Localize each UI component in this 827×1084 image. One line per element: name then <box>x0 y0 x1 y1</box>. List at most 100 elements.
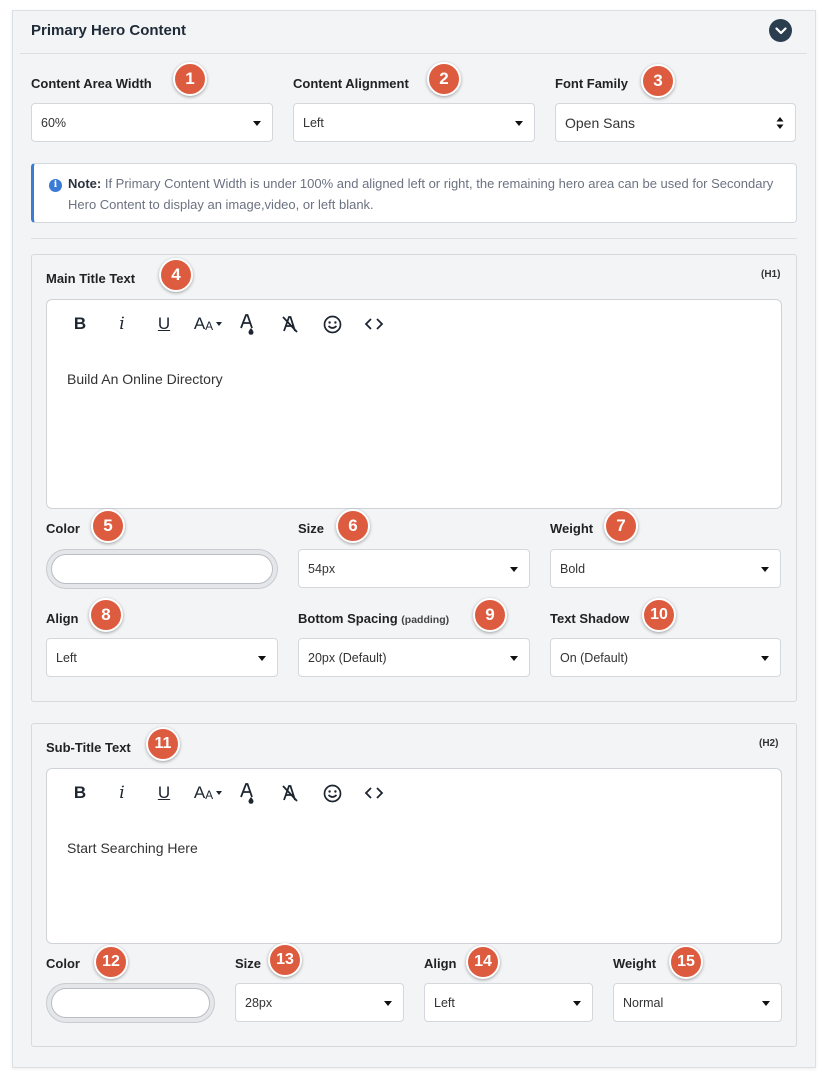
sub-title-text[interactable]: Start Searching Here <box>67 840 198 856</box>
callout-badge: 2 <box>427 62 461 96</box>
text-color-button[interactable] <box>236 780 260 806</box>
text-shadow-select[interactable]: On (Default) <box>550 638 781 677</box>
bottom-spacing-title: Bottom Spacing <box>298 611 398 626</box>
bold-button[interactable]: B <box>68 780 92 806</box>
bottom-spacing-value: 20px (Default) <box>308 650 387 665</box>
text-color-button[interactable] <box>236 311 260 337</box>
content-width-label: Content Area Width <box>31 76 152 91</box>
note-text: If Primary Content Width is under 100% a… <box>68 176 774 212</box>
font-family-label: Font Family <box>555 76 628 91</box>
sub-color-picker[interactable] <box>46 983 215 1023</box>
caret-down-icon <box>515 121 523 126</box>
caret-down-icon <box>216 322 223 326</box>
code-view-button[interactable] <box>362 780 386 806</box>
sub-color-label: Color <box>46 956 80 971</box>
sub-size-value: 28px <box>245 995 273 1010</box>
main-align-select[interactable]: Left <box>46 638 278 677</box>
font-family-select[interactable]: Open Sans <box>555 103 796 142</box>
main-color-label: Color <box>46 521 80 536</box>
font-size-button[interactable]: AA <box>190 311 226 337</box>
sub-size-label: Size <box>235 956 262 971</box>
caret-down-icon <box>761 656 769 661</box>
info-icon: i <box>49 179 62 192</box>
caret-down-icon <box>216 791 223 795</box>
callout-badge: 13 <box>268 943 302 977</box>
emoji-icon <box>323 315 341 333</box>
code-view-button[interactable] <box>362 311 386 337</box>
main-weight-label: Weight <box>550 521 594 536</box>
callout-badge: 9 <box>473 598 507 632</box>
clear-format-button[interactable] <box>278 780 302 806</box>
main-size-select[interactable]: 54px <box>298 549 530 588</box>
emoji-icon <box>323 784 341 802</box>
note-prefix: Note: <box>68 176 102 191</box>
heading-tag: (H2) <box>759 738 779 749</box>
callout-badge: 6 <box>336 509 370 543</box>
sort-arrows-icon <box>776 117 784 129</box>
font-family-value: Open Sans <box>565 114 636 131</box>
chevron-down-icon <box>774 26 787 34</box>
main-color-picker[interactable] <box>46 549 278 589</box>
underline-button[interactable]: U <box>152 311 176 337</box>
content-alignment-value: Left <box>303 115 324 130</box>
caret-down-icon <box>253 121 261 126</box>
emoji-button[interactable] <box>320 780 344 806</box>
clear-format-icon <box>282 316 298 333</box>
callout-badge: 1 <box>173 62 207 96</box>
callout-badge: 5 <box>91 509 125 543</box>
sub-align-label: Align <box>424 956 457 971</box>
main-size-label: Size <box>298 521 325 536</box>
main-align-label: Align <box>46 611 79 626</box>
collapse-button[interactable] <box>769 19 792 42</box>
clear-format-icon <box>282 785 298 802</box>
color-swatch <box>51 988 210 1018</box>
bold-button[interactable]: B <box>68 311 92 337</box>
content-alignment-select[interactable]: Left <box>293 103 535 142</box>
caret-down-icon <box>761 567 769 572</box>
info-note: i Note: If Primary Content Width is unde… <box>31 163 797 223</box>
caret-down-icon <box>510 567 518 572</box>
color-swatch <box>51 554 273 584</box>
code-icon <box>364 318 384 330</box>
underline-button[interactable]: U <box>152 780 176 806</box>
callout-badge: 8 <box>89 598 123 632</box>
callout-badge: 15 <box>669 945 703 979</box>
heading-tag: (H1) <box>761 269 781 280</box>
sub-weight-value: Normal <box>623 995 664 1010</box>
content-width-select[interactable]: 60% <box>31 103 273 142</box>
callout-badge: 12 <box>94 945 128 979</box>
bottom-spacing-select[interactable]: 20px (Default) <box>298 638 530 677</box>
main-weight-select[interactable]: Bold <box>550 549 781 588</box>
sub-size-select[interactable]: 28px <box>235 983 404 1022</box>
italic-button[interactable]: i <box>110 780 134 806</box>
text-shadow-label: Text Shadow <box>550 611 630 626</box>
callout-badge: 11 <box>146 727 180 761</box>
callout-badge: 3 <box>641 64 675 98</box>
caret-down-icon <box>573 1001 581 1006</box>
header-divider <box>20 53 807 54</box>
callout-badge: 10 <box>642 598 676 632</box>
code-icon <box>364 787 384 799</box>
bottom-spacing-sub: (padding) <box>401 614 450 626</box>
italic-button[interactable]: i <box>110 311 134 337</box>
caret-down-icon <box>258 656 266 661</box>
section-divider <box>31 238 797 239</box>
sub-align-value: Left <box>434 995 455 1010</box>
main-title-label: Main Title Text <box>46 271 136 286</box>
sub-align-select[interactable]: Left <box>424 983 593 1022</box>
text-color-icon <box>240 314 254 335</box>
callout-badge: 14 <box>466 945 500 979</box>
sub-weight-select[interactable]: Normal <box>613 983 782 1022</box>
font-size-button[interactable]: AA <box>190 780 226 806</box>
main-size-value: 54px <box>308 561 336 576</box>
text-shadow-value: On (Default) <box>560 650 629 665</box>
main-align-value: Left <box>56 650 77 665</box>
main-title-text[interactable]: Build An Online Directory <box>67 371 223 387</box>
text-color-icon <box>240 783 254 804</box>
content-width-value: 60% <box>41 115 67 130</box>
emoji-button[interactable] <box>320 311 344 337</box>
content-alignment-label: Content Alignment <box>293 76 409 91</box>
caret-down-icon <box>762 1001 770 1006</box>
clear-format-button[interactable] <box>278 311 302 337</box>
main-weight-value: Bold <box>560 561 586 576</box>
